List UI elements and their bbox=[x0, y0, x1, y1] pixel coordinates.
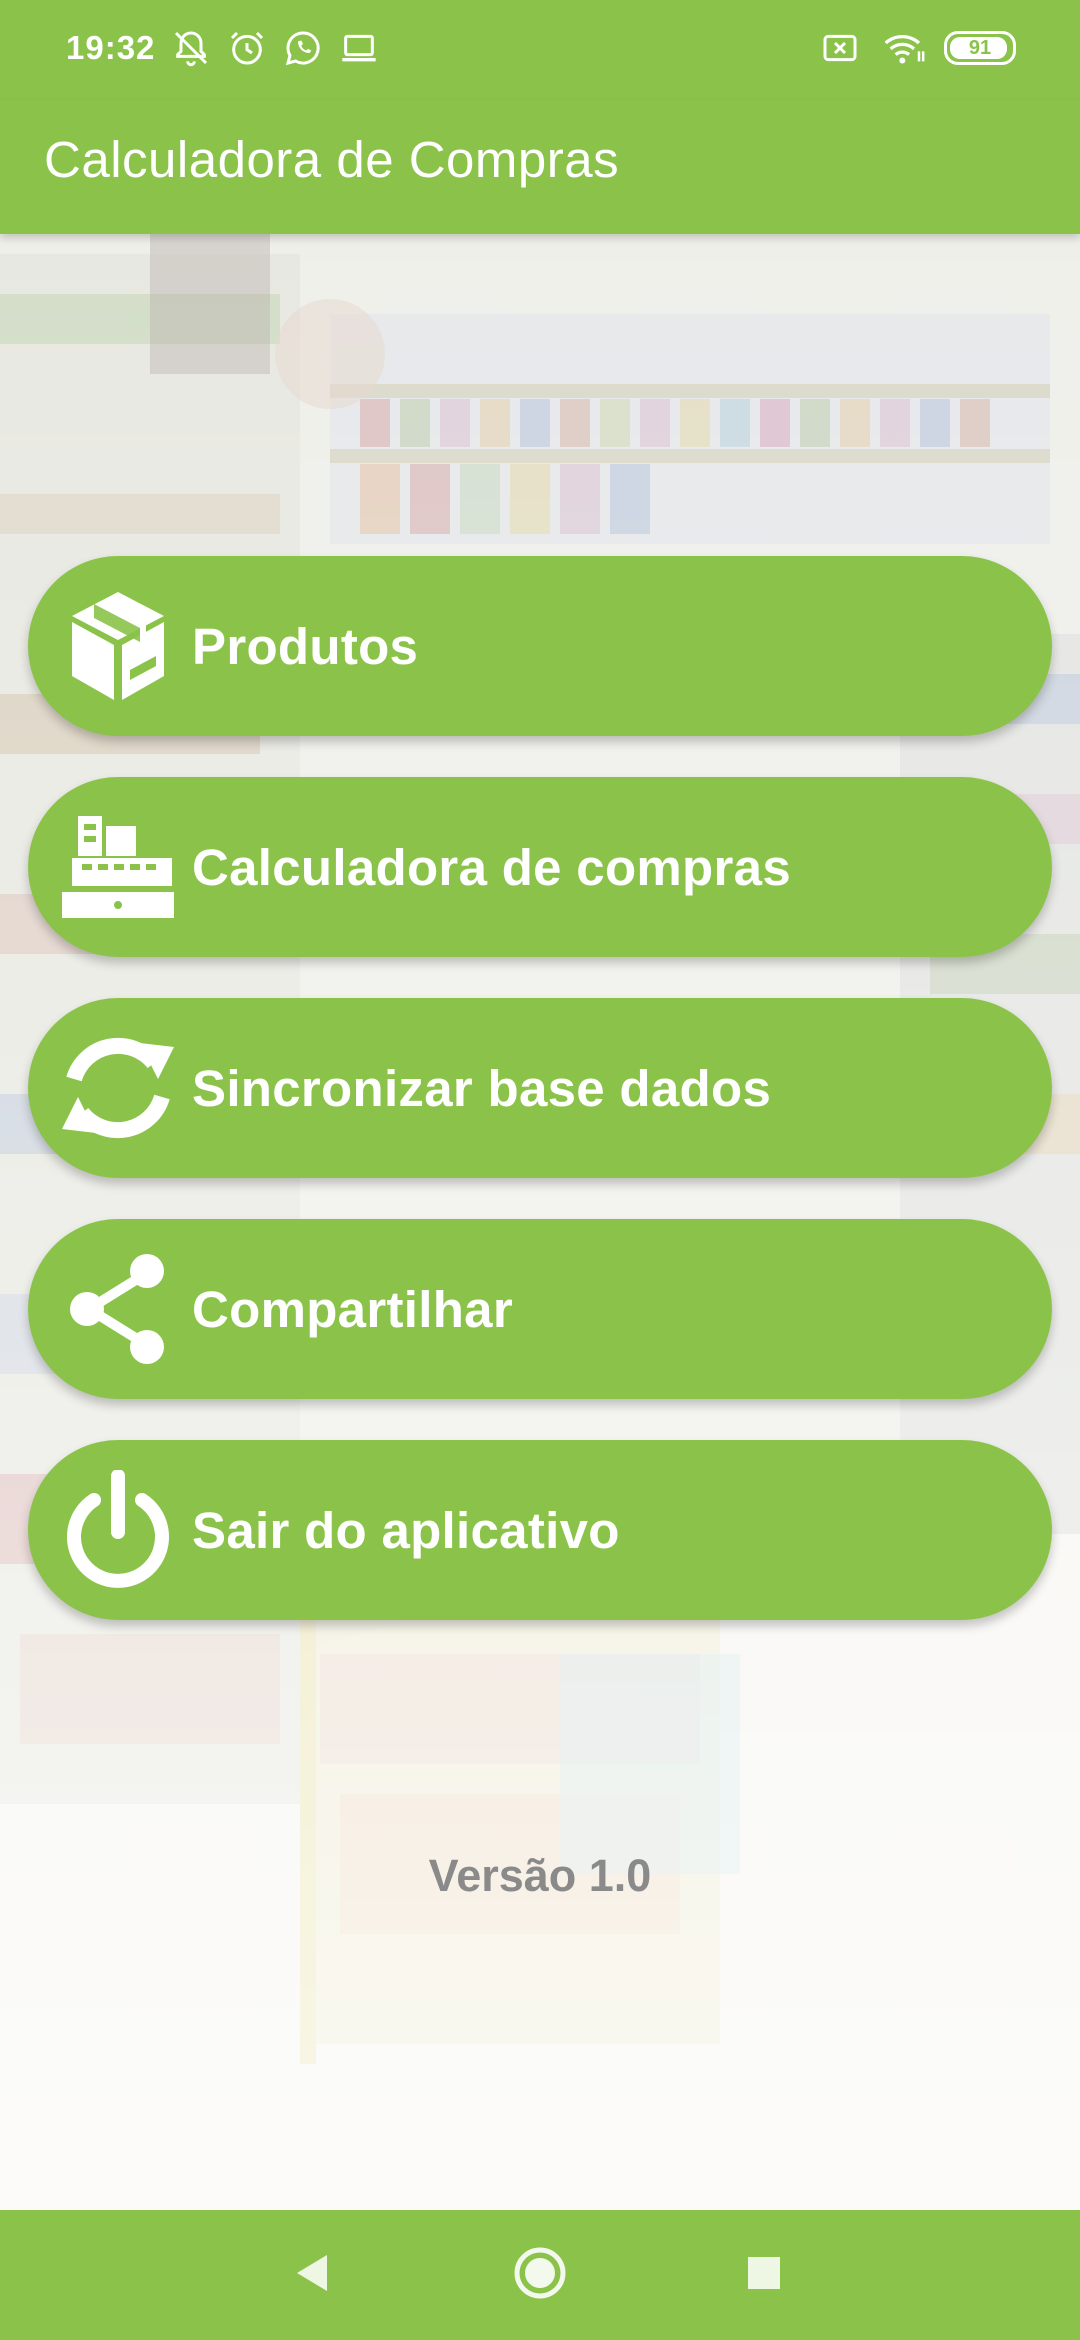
home-icon bbox=[512, 2245, 568, 2306]
app-title: Calculadora de Compras bbox=[44, 131, 620, 188]
status-time: 19:32 bbox=[66, 29, 156, 66]
app-bar: Calculadora de Compras bbox=[0, 100, 1080, 234]
sync-icon bbox=[58, 1028, 178, 1148]
home-button[interactable] bbox=[505, 2240, 575, 2310]
notifications-muted-icon bbox=[171, 28, 211, 68]
shopping-calculator-button[interactable]: Calculadora de compras bbox=[28, 777, 1052, 957]
sync-database-label: Sincronizar base dados bbox=[192, 1059, 772, 1117]
battery-level: 91 bbox=[968, 36, 992, 59]
share-label: Compartilhar bbox=[192, 1280, 513, 1338]
shopping-calculator-label: Calculadora de compras bbox=[192, 838, 791, 896]
alarm-icon bbox=[227, 28, 267, 68]
share-icon bbox=[58, 1249, 178, 1369]
share-button[interactable]: Compartilhar bbox=[28, 1219, 1052, 1399]
recents-icon bbox=[744, 2253, 784, 2298]
products-button[interactable]: Produtos bbox=[28, 556, 1052, 736]
whatsapp-icon bbox=[283, 28, 323, 68]
wifi-icon bbox=[882, 28, 925, 68]
navigation-bar bbox=[0, 2210, 1080, 2340]
recents-button[interactable] bbox=[729, 2240, 799, 2310]
box-icon bbox=[58, 586, 178, 706]
sync-database-button[interactable]: Sincronizar base dados bbox=[28, 998, 1052, 1178]
no-sim-icon bbox=[820, 28, 860, 68]
status-left: 19:32 bbox=[66, 28, 379, 68]
products-label: Produtos bbox=[192, 617, 419, 675]
back-button[interactable] bbox=[278, 2240, 348, 2310]
exit-app-button[interactable]: Sair do aplicativo bbox=[28, 1440, 1052, 1620]
status-right: 91 bbox=[820, 28, 1016, 68]
power-icon bbox=[58, 1470, 178, 1590]
main-menu: Produtos Calculadora de compras Sincroni… bbox=[28, 556, 1052, 1661]
laptop-icon bbox=[339, 28, 379, 68]
back-icon bbox=[293, 2251, 333, 2300]
version-label: Versão 1.0 bbox=[428, 1850, 652, 1901]
status-bar: 19:32 91 bbox=[0, 0, 1080, 100]
battery-icon: 91 bbox=[944, 31, 1016, 65]
exit-app-label: Sair do aplicativo bbox=[192, 1501, 620, 1559]
cash-register-icon bbox=[58, 807, 178, 927]
